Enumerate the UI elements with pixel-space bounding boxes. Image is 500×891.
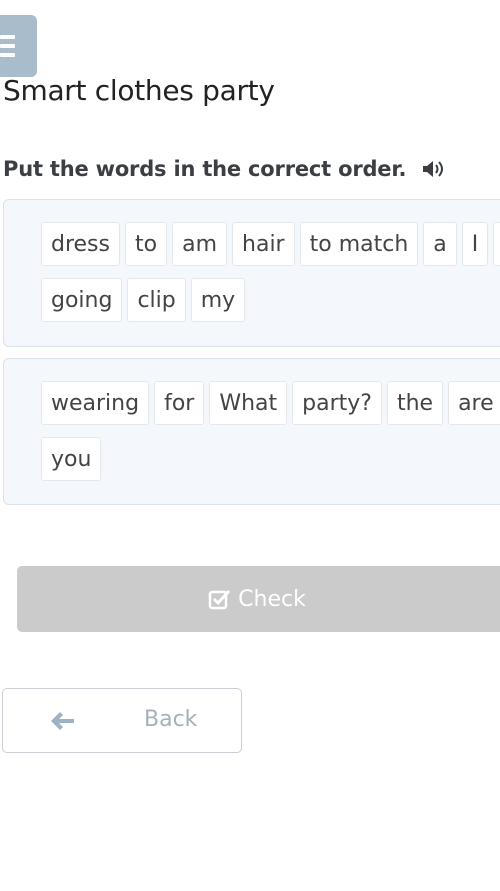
- word-chip[interactable]: are: [448, 381, 500, 425]
- word-chip[interactable]: my: [190, 278, 246, 322]
- word-chip[interactable]: for: [154, 381, 205, 425]
- word-chip[interactable]: a: [423, 222, 457, 266]
- word-chip[interactable]: clip: [127, 278, 186, 322]
- menu-button[interactable]: [0, 15, 37, 77]
- word-chip[interactable]: add: [493, 222, 500, 266]
- word-chip[interactable]: What: [209, 381, 288, 425]
- word-chip[interactable]: party?: [292, 381, 382, 425]
- check-button[interactable]: Check: [17, 566, 500, 632]
- word-chip[interactable]: to match: [299, 222, 419, 266]
- word-chip[interactable]: to: [125, 222, 168, 266]
- instruction: Put the words in the correct order.: [3, 157, 445, 181]
- word-chip[interactable]: going: [41, 278, 123, 322]
- check-label: Check: [238, 586, 306, 612]
- word-chip[interactable]: am: [172, 222, 228, 266]
- word-chip[interactable]: hair: [232, 222, 295, 266]
- word-puzzle-1: dresstoamhairto matchaIadd goingclipmy: [3, 199, 500, 347]
- page-title: Smart clothes party: [3, 74, 275, 107]
- arrow-left-icon: [51, 712, 74, 730]
- speaker-icon[interactable]: [421, 159, 445, 179]
- instruction-text: Put the words in the correct order.: [3, 157, 407, 181]
- word-chip[interactable]: you: [41, 437, 102, 481]
- checkbox-check-icon: [208, 589, 231, 610]
- word-chip[interactable]: wearing: [41, 381, 150, 425]
- word-chip[interactable]: I: [461, 222, 489, 266]
- back-label: Back: [144, 707, 198, 732]
- word-puzzle-2: wearing for What party? the are you: [3, 358, 500, 505]
- word-chip[interactable]: the: [386, 381, 444, 425]
- word-chip[interactable]: dress: [41, 222, 120, 266]
- word-bank: wearing for What party? the are you: [41, 381, 500, 493]
- word-bank: dresstoamhairto matchaIadd goingclipmy: [41, 222, 500, 334]
- back-button[interactable]: Back: [2, 688, 242, 753]
